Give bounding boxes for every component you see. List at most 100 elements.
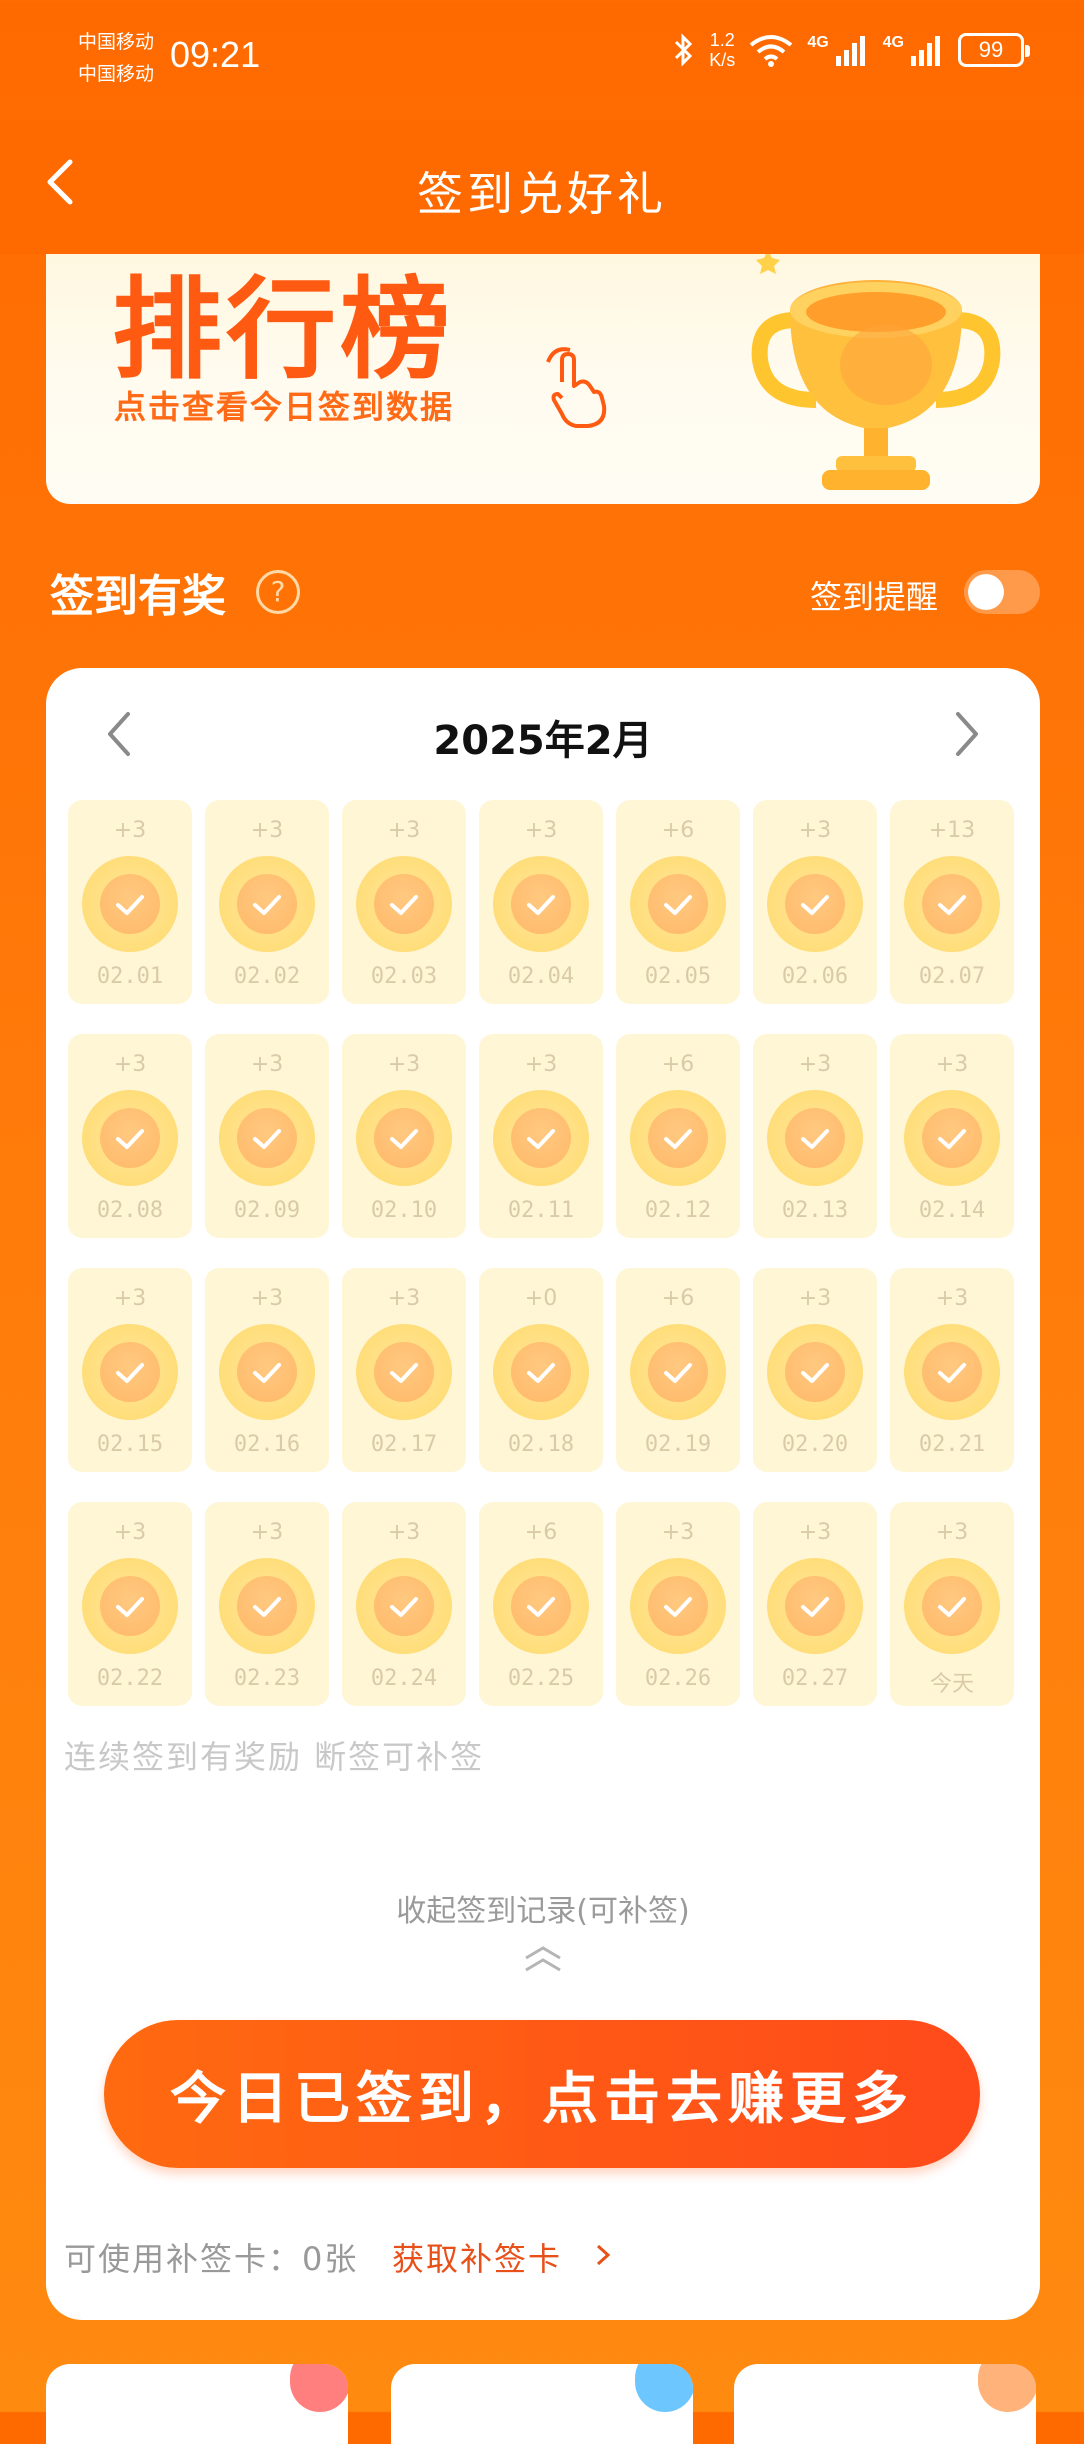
day-label: 02.08: [96, 1198, 164, 1223]
day-label: 02.18: [507, 1432, 575, 1457]
day-tile[interactable]: +3 02.17: [342, 1268, 466, 1472]
card-badge: [635, 2364, 693, 2412]
day-points: +3: [250, 1286, 284, 1311]
checked-coin-icon: [630, 856, 726, 952]
checked-coin-icon: [82, 856, 178, 952]
signal-icon-2: [911, 36, 940, 66]
day-tile[interactable]: +3 02.15: [68, 1268, 192, 1472]
card-badge: [290, 2364, 348, 2412]
get-makeup-card-link[interactable]: 获取补签卡: [392, 2234, 562, 2280]
day-label: 02.15: [96, 1432, 164, 1457]
bottom-card-1[interactable]: [46, 2364, 348, 2444]
checkin-card: 2025年2月 +3 02.01 +3 02.02 +3 02.03 +3 02.04 +6 02…: [46, 668, 1040, 2320]
checked-coin-icon: [767, 856, 863, 952]
day-points: +3: [113, 1286, 147, 1311]
day-tile[interactable]: +3 02.03: [342, 800, 466, 1004]
checked-coin-icon: [82, 1324, 178, 1420]
day-tile[interactable]: +6 02.19: [616, 1268, 740, 1472]
day-tile[interactable]: +3 02.01: [68, 800, 192, 1004]
checked-coin-icon: [356, 1090, 452, 1186]
app-header: 签到兑好礼: [0, 120, 1084, 254]
day-tile[interactable]: +3 02.26: [616, 1502, 740, 1706]
day-tile[interactable]: +3 02.14: [890, 1034, 1014, 1238]
day-tile[interactable]: +3 02.23: [205, 1502, 329, 1706]
day-points: +3: [798, 818, 832, 843]
day-points: +3: [935, 1520, 969, 1545]
network-type-2: 4G: [882, 34, 904, 51]
day-tile[interactable]: +3 02.06: [753, 800, 877, 1004]
checked-coin-icon: [904, 1558, 1000, 1654]
day-tile[interactable]: +3 02.27: [753, 1502, 877, 1706]
day-tile[interactable]: +3 02.09: [205, 1034, 329, 1238]
day-points: +3: [113, 1520, 147, 1545]
checked-coin-icon: [630, 1324, 726, 1420]
day-points: +3: [387, 818, 421, 843]
reminder-toggle[interactable]: [964, 570, 1040, 614]
checked-coin-icon: [767, 1558, 863, 1654]
day-tile[interactable]: +3 02.20: [753, 1268, 877, 1472]
day-points: +3: [524, 818, 558, 843]
day-tile[interactable]: +3 02.21: [890, 1268, 1014, 1472]
day-label: 今天: [929, 1672, 974, 1697]
bottom-card-2[interactable]: [391, 2364, 693, 2444]
day-points: +3: [250, 818, 284, 843]
day-points: +3: [250, 1052, 284, 1077]
day-label: 02.02: [233, 964, 301, 989]
day-label: 02.01: [96, 964, 164, 989]
checked-coin-icon: [493, 1090, 589, 1186]
checked-coin-icon: [493, 856, 589, 952]
bottom-card-3[interactable]: [734, 2364, 1036, 2444]
month-label: 2025年2月: [433, 718, 653, 764]
day-points: +3: [250, 1520, 284, 1545]
status-icons: 1.2 K/s 4G 4G 99: [673, 30, 1030, 70]
day-tile[interactable]: +3 02.13: [753, 1034, 877, 1238]
day-tile[interactable]: +3 02.08: [68, 1034, 192, 1238]
day-tile[interactable]: +6 02.05: [616, 800, 740, 1004]
day-tile[interactable]: +3 02.04: [479, 800, 603, 1004]
day-label: 02.25: [507, 1666, 575, 1691]
chevron-right-icon[interactable]: [592, 2240, 614, 2270]
banner-title: 排行榜: [112, 266, 454, 394]
day-tile[interactable]: +3 02.22: [68, 1502, 192, 1706]
day-tile[interactable]: +0 02.18: [479, 1268, 603, 1472]
day-label: 02.09: [233, 1198, 301, 1223]
day-tile[interactable]: +6 02.12: [616, 1034, 740, 1238]
day-label: 02.22: [96, 1666, 164, 1691]
day-tile[interactable]: +13 02.07: [890, 800, 1014, 1004]
checked-coin-icon: [493, 1324, 589, 1420]
checked-coin-icon: [493, 1558, 589, 1654]
earn-more-button[interactable]: 今日已签到，点击去赚更多: [104, 2020, 980, 2168]
double-chevron-up-icon[interactable]: [520, 1944, 566, 1974]
day-tile[interactable]: +3 今天: [890, 1502, 1014, 1706]
carrier-info: 中国移动 中国移动: [78, 26, 154, 90]
day-tile[interactable]: +3 02.02: [205, 800, 329, 1004]
day-points: +3: [798, 1052, 832, 1077]
streak-note: 连续签到有奖励 断签可补签: [64, 1738, 485, 1776]
checked-coin-icon: [904, 1324, 1000, 1420]
day-points: +3: [661, 1520, 695, 1545]
network-speed: 1.2 K/s: [709, 30, 735, 70]
tap-hand-icon: [546, 347, 607, 428]
banner-subtitle: 点击查看今日签到数据: [114, 388, 455, 426]
day-points: +3: [387, 1520, 421, 1545]
day-points: +6: [661, 1052, 695, 1077]
checked-coin-icon: [904, 1090, 1000, 1186]
day-points: +3: [798, 1520, 832, 1545]
day-tile[interactable]: +6 02.25: [479, 1502, 603, 1706]
day-tile[interactable]: +3 02.24: [342, 1502, 466, 1706]
help-icon[interactable]: ?: [256, 570, 300, 614]
day-label: 02.19: [644, 1432, 712, 1457]
day-label: 02.10: [370, 1198, 438, 1223]
day-points: +6: [661, 818, 695, 843]
next-month-icon[interactable]: [940, 704, 990, 764]
day-tile[interactable]: +3 02.11: [479, 1034, 603, 1238]
day-tile[interactable]: +3 02.10: [342, 1034, 466, 1238]
day-label: 02.06: [781, 964, 849, 989]
day-tile[interactable]: +3 02.16: [205, 1268, 329, 1472]
checked-coin-icon: [219, 1324, 315, 1420]
checked-coin-icon: [82, 1090, 178, 1186]
day-label: 02.23: [233, 1666, 301, 1691]
day-label: 02.13: [781, 1198, 849, 1223]
collapse-records-button[interactable]: 收起签到记录(可补签): [46, 1886, 1040, 1930]
day-label: 02.24: [370, 1666, 438, 1691]
